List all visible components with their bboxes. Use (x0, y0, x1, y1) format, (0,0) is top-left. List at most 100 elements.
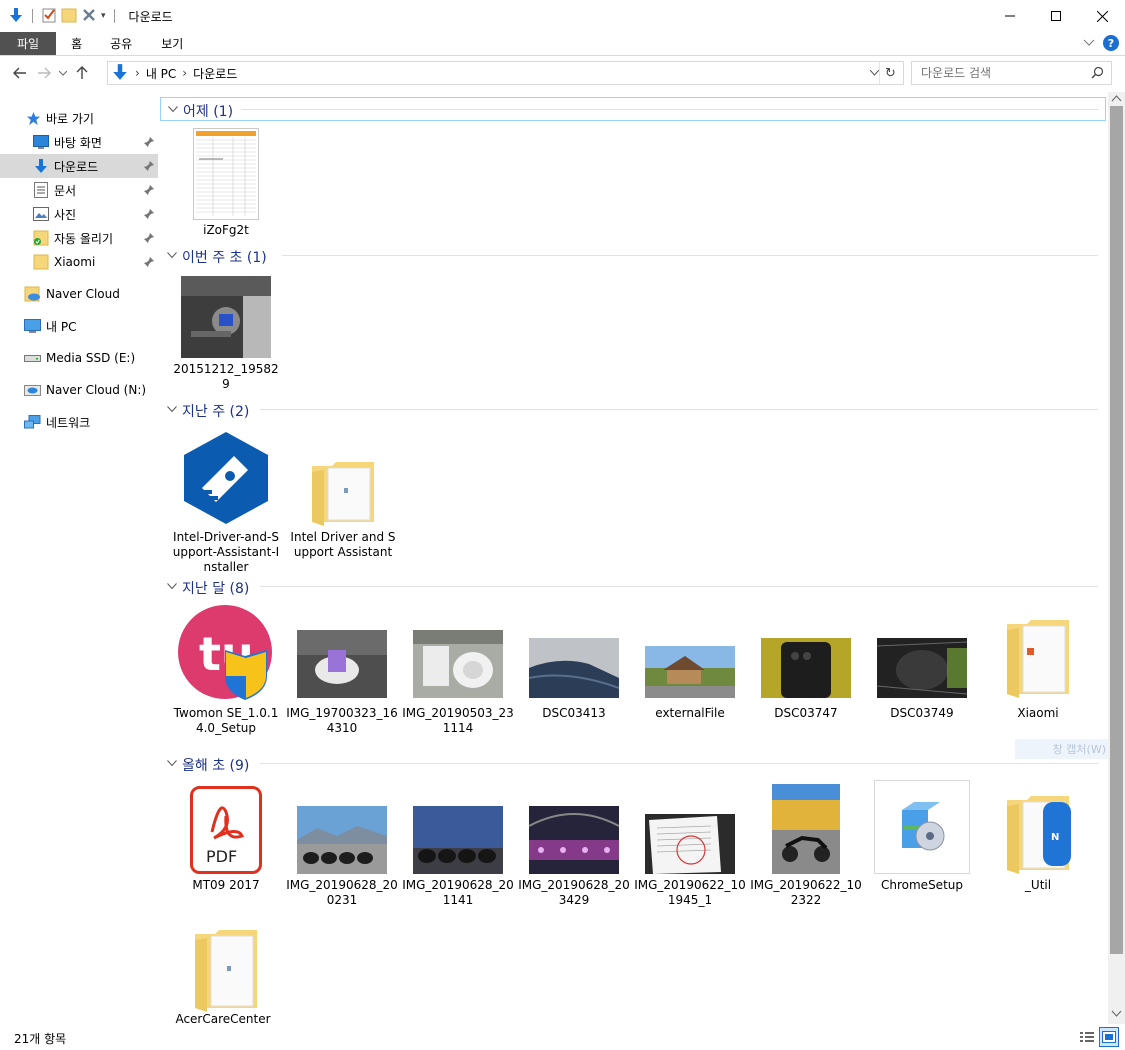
forward-arrow-icon[interactable] (32, 61, 56, 85)
network-icon (24, 414, 41, 430)
file-name: ChromeSetup (881, 878, 963, 892)
help-icon[interactable]: ? (1103, 35, 1119, 51)
nav-naver-cloud-drive[interactable]: Naver Cloud (N:) (0, 378, 158, 402)
tab-view[interactable]: 보기 (149, 32, 197, 55)
file-thumbnail (286, 604, 398, 698)
large-icons-view-icon[interactable] (1099, 1027, 1119, 1047)
address-bar[interactable]: › 내 PC › 다운로드 ↻ (107, 61, 904, 85)
navigation-row: › 내 PC › 다운로드 ↻ (0, 57, 1125, 89)
photo-thumbnail-icon (529, 806, 619, 874)
chevron-down-icon[interactable] (167, 756, 177, 770)
photo-thumbnail-icon (297, 630, 387, 698)
nav-network[interactable]: 네트워크 (0, 410, 158, 434)
separator (113, 9, 115, 23)
photo-thumbnail-icon (761, 638, 851, 698)
tab-home[interactable]: 홈 (56, 32, 98, 55)
pictures-icon (33, 207, 49, 221)
file-name: IMG_19700323_164310 (286, 706, 398, 735)
nav-xiaomi[interactable]: Xiaomi (0, 250, 158, 274)
group-header-last-week[interactable]: 지난 주 (2) (160, 398, 1106, 422)
folder-name: AcerCareCenter_ (175, 1012, 277, 1024)
minimize-button[interactable] (987, 0, 1033, 32)
group-label: 올해 초 (9) (182, 758, 250, 774)
properties-icon[interactable] (41, 7, 57, 26)
file-thumbnail (402, 782, 514, 874)
chevron-down-icon[interactable] (168, 102, 178, 116)
file-thumbnail: PDF (170, 782, 282, 874)
group-label: 지난 달 (8) (182, 581, 250, 597)
scroll-down-icon[interactable] (1111, 1010, 1122, 1021)
svg-text:PDF: PDF (206, 847, 237, 866)
download-arrow-icon[interactable] (8, 7, 24, 26)
pin-icon[interactable] (144, 184, 154, 198)
nav-desktop[interactable]: 바탕 화면 (0, 130, 158, 154)
file-name: Intel-Driver-and-Support-Assistant-Insta… (172, 530, 280, 574)
close-button[interactable] (1079, 0, 1125, 32)
maximize-button[interactable] (1033, 0, 1079, 32)
photo-thumbnail-icon (181, 276, 271, 358)
breadcrumb-downloads[interactable]: 다운로드 (187, 65, 243, 82)
vertical-scrollbar[interactable] (1108, 92, 1125, 1024)
tab-share[interactable]: 공유 (98, 32, 149, 55)
cloud-drive-icon (24, 383, 41, 398)
recent-locations-chevron-icon[interactable] (56, 61, 70, 85)
file-name: IMG_20190628_201141 (402, 878, 514, 907)
chevron-down-icon[interactable] (167, 579, 177, 593)
file-name: 20151212_195829 (173, 362, 279, 391)
nav-documents[interactable]: 문서 (0, 178, 158, 202)
pin-icon[interactable] (144, 160, 154, 174)
details-view-icon[interactable] (1077, 1027, 1097, 1047)
pin-icon[interactable] (144, 136, 154, 150)
back-arrow-icon[interactable] (8, 61, 32, 85)
delete-icon[interactable] (81, 7, 97, 26)
search-icon[interactable] (1091, 66, 1104, 82)
address-history-chevron-icon[interactable] (869, 66, 880, 79)
refresh-icon[interactable]: ↻ (879, 62, 901, 84)
chevron-down-icon[interactable] (167, 248, 177, 262)
file-name: IMG_20190503_231114 (402, 706, 514, 735)
nav-quick-access[interactable]: 바로 가기 (0, 106, 158, 130)
up-arrow-icon[interactable] (70, 61, 94, 85)
desktop-icon (33, 135, 49, 149)
separator (32, 9, 33, 23)
nav-media-ssd[interactable]: Media SSD (E:) (0, 346, 158, 370)
scrollbar-thumb[interactable] (1110, 106, 1123, 954)
capture-hint: 창 캡처(W) (1015, 739, 1110, 759)
file-name: DSC03749 (890, 706, 954, 720)
file-name: MT09 2017 (192, 878, 260, 892)
folder-thumbnail (982, 604, 1094, 698)
group-header-early-this-year[interactable]: 올해 초 (9) (160, 752, 1106, 776)
group-divider (260, 763, 1098, 764)
twomon-app-icon: tu (178, 605, 272, 700)
navigation-pane: 바로 가기 바탕 화면 다운로드 문서 사진 자동 올리기 Xiaomi Nav… (0, 92, 160, 1024)
breadcrumb-this-pc[interactable]: 내 PC (140, 65, 182, 82)
nav-pictures[interactable]: 사진 (0, 202, 158, 226)
pin-icon[interactable] (144, 208, 154, 222)
group-header-last-month[interactable]: 지난 달 (8) (160, 575, 1106, 599)
pin-icon[interactable] (144, 256, 154, 270)
customize-toolbar-icon[interactable]: ▾ (101, 11, 106, 21)
pin-icon[interactable] (144, 232, 154, 246)
star-icon (26, 111, 41, 126)
expand-ribbon-icon[interactable] (1083, 36, 1095, 50)
chevron-down-icon[interactable] (167, 402, 177, 416)
group-header-early-this-week[interactable]: 이번 주 초 (1) (160, 244, 1106, 268)
group-label: 지난 주 (2) (182, 404, 250, 420)
search-box[interactable] (911, 61, 1112, 85)
group-divider (241, 109, 1099, 110)
search-input[interactable] (912, 63, 1082, 83)
nav-this-pc[interactable]: 내 PC (0, 314, 158, 338)
file-name: Twomon SE_1.0.14.0_Setup (173, 706, 279, 735)
nav-naver-cloud[interactable]: Naver Cloud (0, 282, 158, 306)
tab-file[interactable]: 파일 (0, 32, 57, 55)
folder-name: _Util (1024, 878, 1052, 892)
folder-icon (1007, 620, 1069, 698)
nav-downloads[interactable]: 다운로드 (0, 154, 158, 178)
nav-label: Media SSD (E:) (46, 351, 136, 365)
nav-label: 바로 가기 (46, 111, 94, 126)
nav-auto-upload[interactable]: 자동 올리기 (0, 226, 158, 250)
scroll-up-icon[interactable] (1111, 94, 1122, 105)
group-header-yesterday[interactable]: 어제 (1) (160, 97, 1106, 121)
folder-thumbnail (287, 430, 399, 526)
new-folder-icon[interactable] (61, 7, 77, 26)
